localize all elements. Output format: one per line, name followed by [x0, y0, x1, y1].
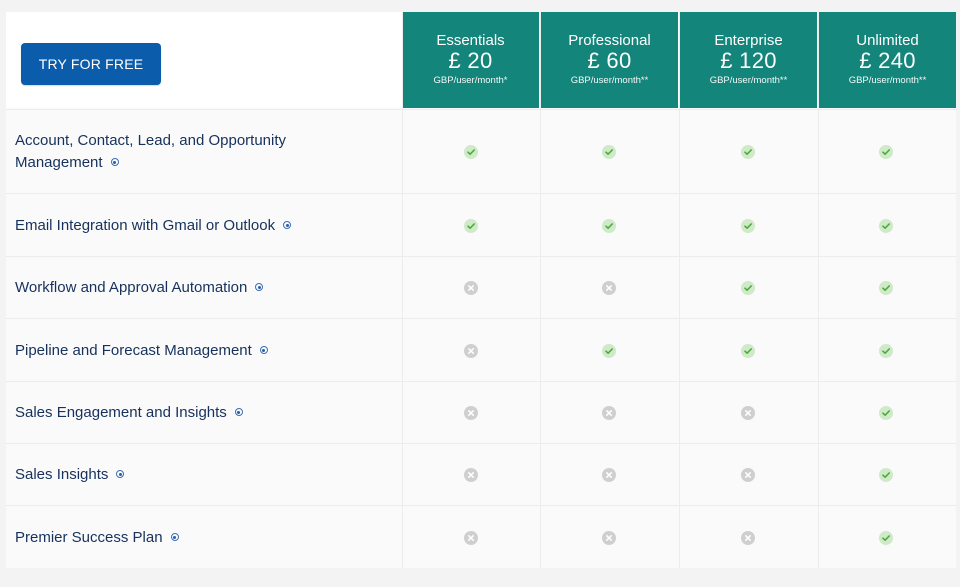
feature-label: Email Integration with Gmail or Outlook [15, 215, 385, 237]
check-circle-icon [879, 145, 893, 159]
info-icon[interactable] [259, 346, 268, 355]
plan-name: Unlimited [856, 32, 919, 49]
info-icon[interactable] [170, 533, 179, 542]
x-circle-icon [741, 531, 755, 545]
table-row: Pipeline and Forecast Management [6, 318, 956, 382]
check-circle-icon [741, 145, 755, 159]
info-icon[interactable] [116, 470, 125, 479]
table-row: Email Integration with Gmail or Outlook [6, 193, 956, 257]
check-circle-icon [741, 219, 755, 233]
plan-header-unlimited: Unlimited £ 240 GBP/user/month** [819, 12, 956, 108]
plan-header-essentials: Essentials £ 20 GBP/user/month* [402, 12, 539, 108]
feature-label: Sales Engagement and Insights [15, 402, 385, 424]
x-circle-icon [464, 531, 478, 545]
check-circle-icon [741, 281, 755, 295]
feature-label-line1: Account, Contact, Lead, and Opportunity [15, 132, 287, 149]
table-row: Account, Contact, Lead, and Opportunity M… [6, 109, 956, 194]
plan-price-unit: GBP/user/month** [570, 75, 649, 86]
x-circle-icon [602, 531, 616, 545]
info-icon[interactable] [110, 158, 119, 167]
plan-price-unit: GBP/user/month** [709, 75, 788, 86]
x-circle-icon [464, 406, 478, 420]
check-circle-icon [879, 219, 893, 233]
check-circle-icon [464, 219, 478, 233]
info-icon[interactable] [234, 408, 243, 417]
plan-price: £ 120 [720, 48, 777, 73]
table-row: Premier Success Plan [6, 505, 956, 569]
feature-label: Workflow and Approval Automation [15, 277, 385, 299]
try-for-free-button[interactable]: TRY FOR FREE [21, 43, 161, 85]
plan-header-professional: Professional £ 60 GBP/user/month** [541, 12, 678, 108]
check-circle-icon [464, 145, 478, 159]
check-circle-icon [879, 468, 893, 482]
plan-price: £ 240 [859, 48, 916, 73]
feature-label: Account, Contact, Lead, and Opportunity M… [15, 130, 385, 174]
check-circle-icon [741, 344, 755, 358]
x-circle-icon [602, 406, 616, 420]
feature-label-line1: Premier Success Plan [15, 529, 163, 546]
plan-name: Essentials [436, 32, 505, 49]
feature-label-line2: Management [15, 154, 103, 171]
check-circle-icon [602, 145, 616, 159]
check-circle-icon [879, 344, 893, 358]
plan-name: Professional [568, 32, 651, 49]
feature-label: Sales Insights [15, 464, 385, 486]
x-circle-icon [602, 468, 616, 482]
feature-label-line1: Pipeline and Forecast Management [15, 342, 252, 359]
check-circle-icon [879, 531, 893, 545]
x-circle-icon [464, 468, 478, 482]
pricing-table: TRY FOR FREE Essentials £ 20 GBP/user/mo… [6, 12, 956, 568]
table-row: Workflow and Approval Automation [6, 256, 956, 319]
plan-price-unit: GBP/user/month** [848, 75, 927, 86]
feature-label-line1: Email Integration with Gmail or Outlook [15, 217, 276, 234]
plan-name: Enterprise [714, 32, 783, 49]
plan-price: £ 60 [587, 48, 632, 73]
plan-header-enterprise: Enterprise £ 120 GBP/user/month** [680, 12, 817, 108]
check-circle-icon [879, 406, 893, 420]
table-row: Sales Insights [6, 443, 956, 506]
table-header-left: TRY FOR FREE [6, 12, 402, 108]
x-circle-icon [464, 344, 478, 358]
feature-label-line1: Sales Engagement and Insights [15, 404, 227, 421]
feature-label-line1: Sales Insights [15, 466, 109, 483]
info-icon[interactable] [255, 283, 264, 292]
plan-price-unit: GBP/user/month* [433, 75, 508, 86]
x-circle-icon [602, 281, 616, 295]
x-circle-icon [464, 281, 478, 295]
check-circle-icon [602, 219, 616, 233]
info-icon[interactable] [283, 221, 292, 230]
plan-price: £ 20 [448, 48, 493, 73]
x-circle-icon [741, 406, 755, 420]
feature-label: Premier Success Plan [15, 527, 385, 549]
feature-label-line1: Workflow and Approval Automation [15, 279, 248, 296]
feature-label: Pipeline and Forecast Management [15, 340, 385, 362]
table-row: Sales Engagement and Insights [6, 381, 956, 444]
check-circle-icon [602, 344, 616, 358]
check-circle-icon [879, 281, 893, 295]
x-circle-icon [741, 468, 755, 482]
